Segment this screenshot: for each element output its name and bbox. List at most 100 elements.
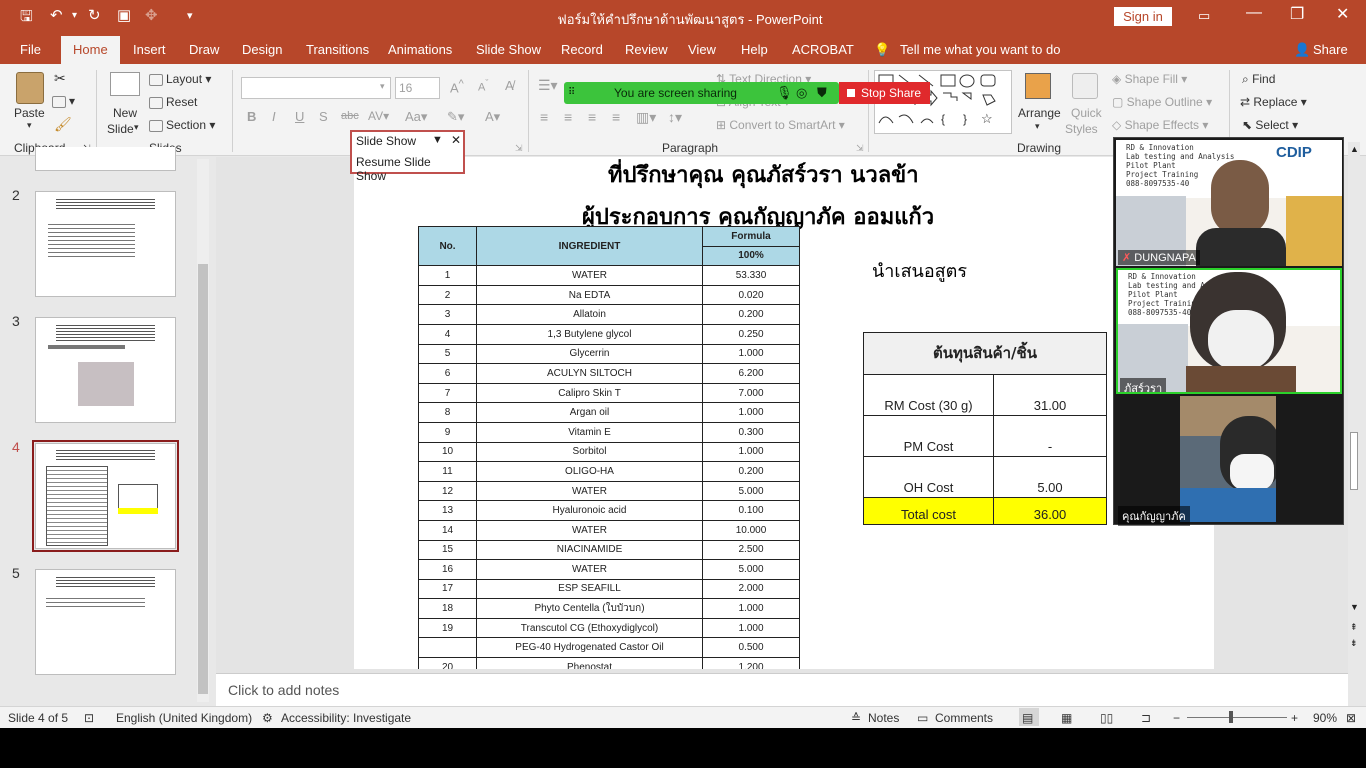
justify-icon[interactable]: ≡ [612, 109, 620, 125]
sign-in-button[interactable]: Sign in [1114, 7, 1172, 26]
tab-insert[interactable]: Insert [133, 42, 166, 57]
table-row[interactable]: 19 Transcutol CG (Ethoxydiglycol) 1.000 [418, 617, 800, 639]
minimize-icon[interactable]: — [1246, 4, 1262, 22]
table-row[interactable]: 14 WATER 10.000 [418, 519, 800, 541]
ribbon-display-icon[interactable]: ▭ [1198, 8, 1210, 24]
new-slide-dropdown-icon[interactable]: ▾ [134, 122, 139, 133]
accessibility-status[interactable]: Accessibility: Investigate [281, 711, 411, 725]
shape-effects-button[interactable]: ◇ Shape Effects ▾ [1112, 118, 1208, 132]
reading-view-icon[interactable]: ▯▯ [1100, 711, 1113, 725]
font-name-input[interactable] [241, 77, 391, 99]
stop-video-icon[interactable]: ◎ [796, 85, 807, 101]
clear-format-icon[interactable]: A̸ [505, 78, 514, 93]
previous-slide-icon[interactable]: ⇞ [1350, 622, 1358, 633]
resume-slide-show-button[interactable]: Resume Slide Show [356, 155, 463, 183]
present-formula-label[interactable]: นำเสนอสูตร [872, 256, 967, 285]
video-tile-kanyapak[interactable] [1180, 396, 1276, 522]
align-left-icon[interactable]: ≡ [540, 109, 548, 125]
arrange-dropdown-icon[interactable]: ▾ [1035, 121, 1040, 132]
video-tile-active-speaker[interactable]: RD & Innovation Lab testing and Analysis… [1116, 268, 1342, 394]
tab-home[interactable]: Home [61, 36, 120, 64]
convert-smartart-button[interactable]: ⊞ Convert to SmartArt ▾ [716, 118, 845, 132]
scroll-down-icon[interactable]: ▼ [1350, 602, 1359, 612]
undo-dropdown-icon[interactable]: ▾ [72, 10, 77, 21]
align-right-icon[interactable]: ≡ [588, 109, 596, 125]
table-row[interactable]: 15 NIACINAMIDE 2.500 [418, 539, 800, 561]
tab-transitions[interactable]: Transitions [306, 42, 369, 57]
table-row[interactable]: 4 1,3 Butylene glycol 0.250 [418, 323, 800, 345]
editor-scrollbar-thumb[interactable] [1350, 432, 1358, 490]
table-row[interactable]: 10 Sorbitol 1.000 [418, 441, 800, 463]
slide-thumbnail-3[interactable] [35, 317, 176, 423]
customize-toolbar-icon[interactable]: ▾ [187, 9, 193, 22]
columns-icon[interactable]: ▥▾ [636, 109, 656, 126]
paste-dropdown-icon[interactable]: ▾ [27, 120, 32, 131]
line-spacing-icon[interactable]: ↕▾ [668, 109, 682, 126]
close-icon[interactable]: ✕ [451, 133, 461, 147]
change-case-icon[interactable]: Aa▾ [405, 109, 427, 125]
zoom-slider-thumb[interactable] [1229, 711, 1233, 723]
font-launcher-icon[interactable]: ⇲ [515, 143, 523, 154]
format-painter-icon[interactable]: 🖌 [54, 116, 72, 133]
tell-me-search[interactable]: Tell me what you want to do [900, 42, 1060, 57]
fit-to-window-icon[interactable]: ⊠ [1346, 711, 1356, 725]
thumbnail-scrollbar[interactable] [197, 159, 209, 702]
tab-view[interactable]: View [688, 42, 716, 57]
notes-button[interactable]: Notes [868, 711, 899, 725]
touch-mode-icon[interactable]: ✥ [145, 6, 158, 24]
table-row[interactable]: 7 Calipro Skin T 7.000 [418, 382, 800, 404]
slide-thumbnail-1[interactable] [35, 147, 176, 171]
new-slide-icon[interactable] [110, 72, 140, 96]
thumbnail-scrollbar-thumb[interactable] [198, 264, 208, 694]
table-row[interactable]: 17 ESP SEAFILL 2.000 [418, 578, 800, 600]
table-row[interactable]: 6 ACULYN SILTOCH 6.200 [418, 363, 800, 384]
zoom-slider[interactable] [1187, 717, 1287, 718]
cost-table[interactable]: ต้นทุนสินค้า/ชิ้น RM Cost (30 g) 31.00 PM… [862, 332, 1108, 525]
video-tile-dungnapa[interactable]: CDIP RD & Innovation Lab testing and Ana… [1116, 140, 1342, 266]
arrange-button[interactable]: Arrange [1018, 106, 1061, 120]
tab-slide-show[interactable]: Slide Show [476, 42, 541, 57]
new-slide-label[interactable]: Slide [107, 122, 134, 136]
layout-button[interactable]: Layout ▾ [149, 72, 211, 86]
slide-thumbnail-5[interactable] [35, 569, 176, 675]
zoom-level[interactable]: 90% [1313, 711, 1337, 725]
section-button[interactable]: Section ▾ [149, 118, 215, 132]
editor-scrollbar[interactable]: ▲ ▼ ⇞ ⇟ [1348, 142, 1360, 673]
notes-pane[interactable]: Click to add notes [216, 673, 1348, 706]
slide-show-menu-title[interactable]: Slide Show [356, 134, 416, 148]
scroll-up-icon[interactable]: ▲ [1350, 144, 1359, 154]
tab-acrobat[interactable]: ACROBAT [792, 42, 854, 57]
zoom-in-icon[interactable]: + [1291, 711, 1298, 725]
slide-show-view-icon[interactable]: ⊐ [1141, 711, 1151, 725]
tab-review[interactable]: Review [625, 42, 668, 57]
arrange-icon[interactable] [1025, 73, 1051, 99]
table-row[interactable]: 5 Glycerrin 1.000 [418, 343, 800, 365]
table-row[interactable]: 11 OLIGO-HA 0.200 [418, 461, 800, 482]
slide-sorter-icon[interactable]: ▦ [1061, 711, 1072, 725]
mute-icon[interactable]: 🎙 [776, 85, 793, 101]
paragraph-launcher-icon[interactable]: ⇲ [856, 143, 864, 154]
new-slide-button[interactable]: New [113, 106, 137, 120]
font-name-dropdown-icon[interactable]: ▾ [380, 81, 385, 92]
select-button[interactable]: ⬉ Select ▾ [1242, 118, 1298, 132]
language-indicator[interactable]: English (United Kingdom) [116, 711, 252, 725]
comments-button[interactable]: Comments [935, 711, 993, 725]
paste-button[interactable]: Paste [14, 106, 45, 120]
tab-file[interactable]: File [20, 42, 41, 57]
accessibility-icon[interactable]: ⚙ [262, 711, 273, 725]
chevron-down-icon[interactable]: ▼ [432, 134, 443, 146]
table-row[interactable]: 16 WATER 5.000 [418, 559, 800, 580]
tab-help[interactable]: Help [741, 42, 768, 57]
quick-styles-label[interactable]: Styles [1065, 122, 1098, 136]
table-row[interactable]: 8 Argan oil 1.000 [418, 402, 800, 423]
table-row[interactable]: 1 WATER 53.330 [418, 265, 800, 286]
quick-styles-icon[interactable] [1072, 73, 1098, 99]
table-row[interactable]: 12 WATER 5.000 [418, 480, 800, 502]
table-row[interactable]: 2 Na EDTA 0.020 [418, 284, 800, 306]
undo-icon[interactable]: ↶ [50, 6, 63, 24]
paste-icon[interactable] [16, 72, 44, 104]
zoom-out-icon[interactable]: − [1173, 711, 1180, 725]
table-row[interactable]: PEG-40 Hydrogenated Castor Oil 0.500 [418, 637, 800, 659]
slide-thumbnail-4[interactable] [35, 443, 176, 549]
next-slide-icon[interactable]: ⇟ [1350, 638, 1358, 649]
